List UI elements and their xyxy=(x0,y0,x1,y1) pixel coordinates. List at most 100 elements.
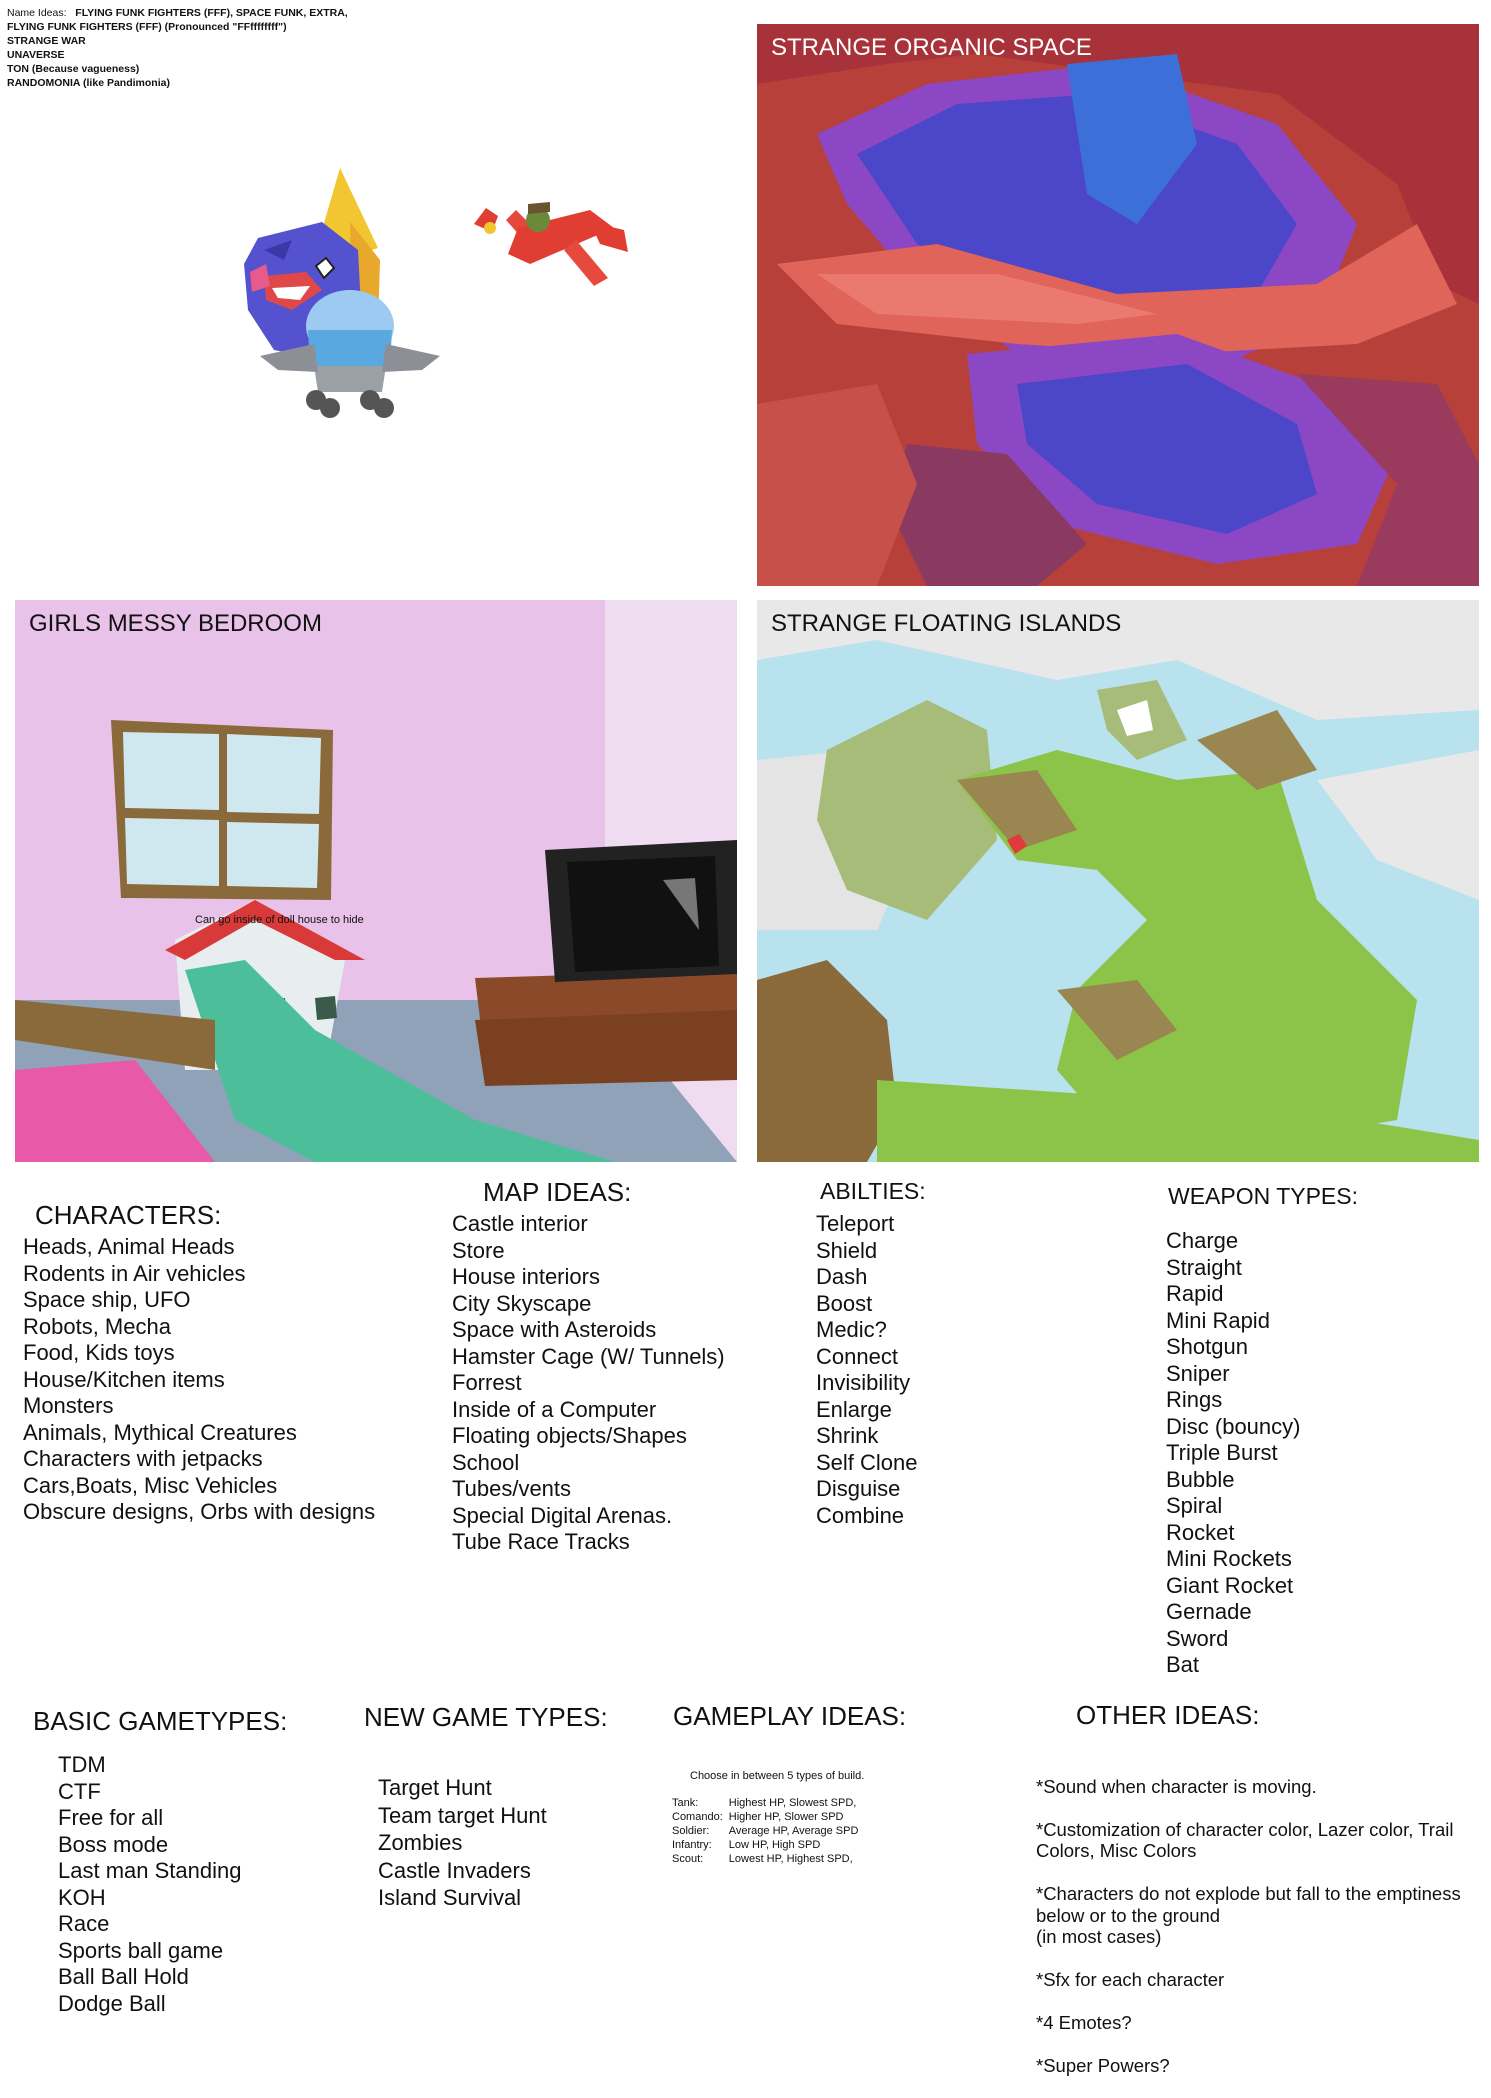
list-item: Triple Burst xyxy=(1166,1440,1278,1465)
other-ideas-list: *Sound when character is moving. *Custom… xyxy=(1036,1754,1491,2098)
name-idea: TON (Because vagueness) xyxy=(7,63,140,75)
table-row: Infantry: Low HP, High SPD xyxy=(672,1838,864,1852)
weapon-types-list: Charge Straight Rapid Mini Rapid Shotgun… xyxy=(1166,1228,1300,1679)
new-game-types-heading: NEW GAME TYPES: xyxy=(364,1702,608,1732)
list-item: TDM xyxy=(58,1752,106,1777)
list-item: Castle Invaders xyxy=(378,1857,531,1883)
list-item: Boost xyxy=(816,1290,873,1316)
list-item: Zombies xyxy=(378,1830,463,1855)
list-item: Rocket xyxy=(1166,1519,1235,1545)
name-ideas-first-line: Name Ideas: FLYING FUNK FIGHTERS (FFF), … xyxy=(7,6,348,20)
list-item: Robots, Mecha xyxy=(23,1313,171,1339)
list-item: *Characters do not explode but fall to t… xyxy=(1036,1883,1461,1947)
name-ideas: Name Ideas: FLYING FUNK FIGHTERS (FFF), … xyxy=(7,6,348,90)
list-item: Connect xyxy=(816,1343,898,1369)
list-item: Castle interior xyxy=(452,1211,588,1236)
name-idea: UNAVERSE xyxy=(7,49,65,61)
name-idea: FLYING FUNK FIGHTERS (FFF), SPACE FUNK, … xyxy=(75,7,348,19)
panel-title: STRANGE FLOATING ISLANDS xyxy=(771,610,1122,637)
list-item: School xyxy=(452,1449,520,1475)
character-sketches xyxy=(244,168,628,418)
list-item: Forrest xyxy=(452,1370,522,1395)
list-item: Last man Standing xyxy=(58,1858,242,1883)
list-item: Monsters xyxy=(23,1393,114,1418)
list-item: Shrink xyxy=(816,1423,879,1448)
basic-gametypes-list: TDM CTF Free for all Boss mode Last man … xyxy=(58,1752,241,2017)
list-item: Invisibility xyxy=(816,1370,911,1395)
list-item: Bat xyxy=(1166,1652,1200,1677)
list-item: Race xyxy=(58,1911,110,1936)
list-item: Medic? xyxy=(816,1317,887,1342)
build-name: Soldier: xyxy=(672,1825,710,1837)
list-item: Space ship, UFO xyxy=(23,1287,191,1312)
list-item: Dodge Ball xyxy=(58,1990,166,2016)
list-item: Rapid xyxy=(1166,1281,1224,1306)
gameplay-intro: Choose in between 5 types of build. xyxy=(690,1770,865,1782)
list-item: Rodents in Air vehicles xyxy=(23,1260,246,1286)
list-item: Gernade xyxy=(1166,1599,1252,1624)
list-item: Obscure designs, Orbs with designs xyxy=(23,1499,376,1524)
panel-title: GIRLS MESSY BEDROOM xyxy=(29,610,322,637)
weapon-types-heading: WEAPON TYPES: xyxy=(1168,1183,1359,1209)
list-item: Hamster Cage (W/ Tunnels) xyxy=(452,1343,725,1369)
list-item: Space with Asteroids xyxy=(452,1317,657,1342)
table-row: Scout: Lowest HP, Highest SPD, xyxy=(672,1852,864,1866)
list-item: Food, Kids toys xyxy=(23,1340,175,1365)
list-item: Cars,Boats, Misc Vehicles xyxy=(23,1472,278,1498)
list-item: Teleport xyxy=(816,1211,895,1236)
build-desc: Average HP, Average SPD xyxy=(728,1825,859,1837)
list-item: Store xyxy=(452,1237,505,1263)
basic-gametypes-heading: BASIC GAMETYPES: xyxy=(33,1706,288,1736)
list-item: KOH xyxy=(58,1884,106,1910)
build-desc: Higher HP, Slower SPD xyxy=(728,1811,844,1823)
list-item: Characters with jetpacks xyxy=(23,1446,263,1471)
list-item: Animals, Mythical Creatures xyxy=(23,1419,297,1445)
list-item: Enlarge xyxy=(816,1396,892,1422)
table-row: Comando: Higher HP, Slower SPD xyxy=(672,1810,864,1824)
characters-heading: CHARACTERS: xyxy=(35,1200,222,1230)
list-item: Sniper xyxy=(1166,1360,1230,1386)
table-row: Soldier: Average HP, Average SPD xyxy=(672,1824,864,1838)
build-desc: Low HP, High SPD xyxy=(728,1839,821,1851)
red-plane-icon xyxy=(474,202,628,286)
list-item: *Sound when character is moving. xyxy=(1036,1775,1317,1797)
build-name: Scout: xyxy=(672,1853,704,1865)
list-item: City Skyscape xyxy=(452,1290,592,1316)
build-name: Infantry: xyxy=(672,1839,712,1851)
gameplay-ideas-heading: GAMEPLAY IDEAS: xyxy=(673,1701,907,1731)
characters-list: Heads, Animal Heads Rodents in Air vehic… xyxy=(23,1234,375,1526)
list-item: Bubble xyxy=(1166,1466,1235,1492)
panel-title: STRANGE ORGANIC SPACE xyxy=(771,34,1092,61)
list-item: Giant Rocket xyxy=(1166,1572,1294,1598)
list-item: Free for all xyxy=(58,1805,164,1830)
list-item: Straight xyxy=(1166,1254,1242,1280)
list-item: Boss mode xyxy=(58,1831,169,1857)
list-item: Shield xyxy=(816,1237,878,1263)
build-desc: Highest HP, Slowest SPD, xyxy=(728,1797,857,1809)
list-item: Inside of a Computer xyxy=(452,1396,657,1422)
organic-space-illustration xyxy=(757,24,1479,586)
list-item: Island Survival xyxy=(378,1885,522,1910)
table-row: Tank: Highest HP, Slowest SPD, xyxy=(672,1796,864,1810)
build-name: Tank: xyxy=(672,1797,699,1809)
panel-bedroom: GIRLS MESSY BEDROOM Can go inside of dol… xyxy=(15,600,737,1162)
list-item: Combine xyxy=(816,1502,905,1528)
list-item: Mini Rapid xyxy=(1166,1307,1270,1333)
list-item: Sword xyxy=(1166,1625,1229,1651)
list-item: *Customization of character color, Lazer… xyxy=(1036,1818,1454,1862)
list-item: Dash xyxy=(816,1264,868,1289)
map-ideas-list: Castle interior Store House interiors Ci… xyxy=(452,1211,725,1556)
list-item: Ball Ball Hold xyxy=(58,1964,189,1989)
bedroom-illustration xyxy=(15,600,737,1162)
name-idea: STRANGE WAR xyxy=(7,35,86,47)
bedroom-note: Can go inside of doll house to hide xyxy=(195,914,364,926)
list-item: Target Hunt xyxy=(378,1775,492,1800)
build-desc: Lowest HP, Highest SPD, xyxy=(728,1853,853,1865)
abilities-heading: ABILTIES: xyxy=(820,1178,926,1204)
panel-organic-space: STRANGE ORGANIC SPACE xyxy=(757,24,1479,586)
list-item: Charge xyxy=(1166,1228,1239,1253)
other-ideas-heading: OTHER IDEAS: xyxy=(1076,1700,1260,1730)
name-ideas-label: Name Ideas: xyxy=(7,7,67,19)
build-table: Tank: Highest HP, Slowest SPD, Comando: Hi… xyxy=(672,1796,864,1866)
list-item: House/Kitchen items xyxy=(23,1366,225,1392)
